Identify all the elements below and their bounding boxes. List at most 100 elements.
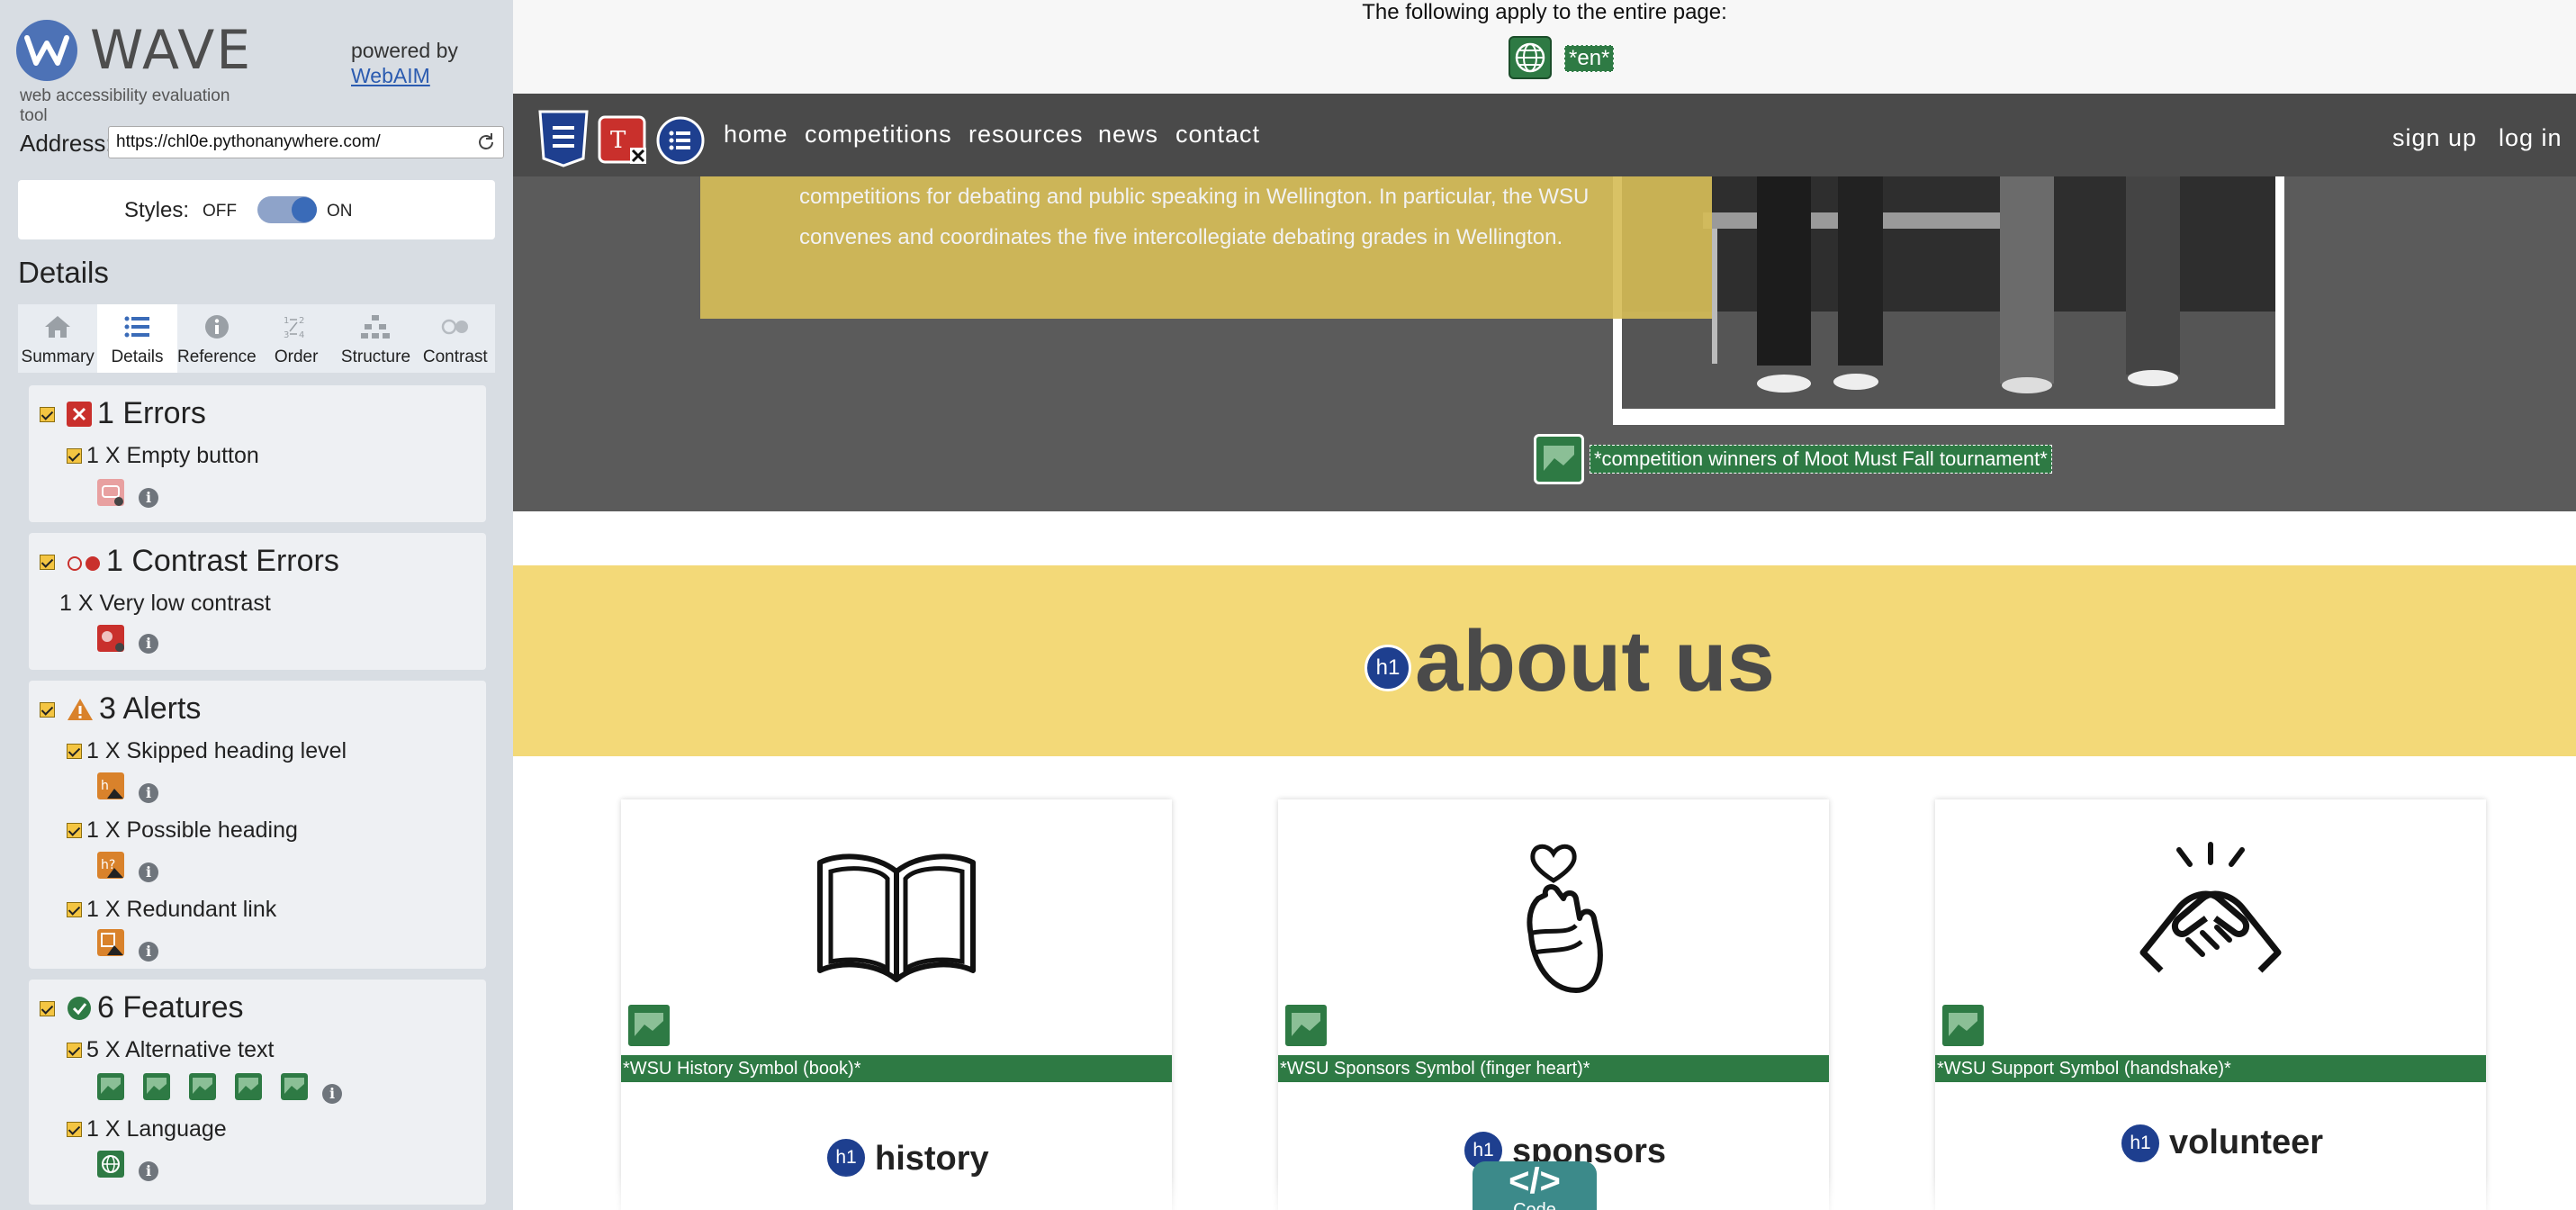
html5-structure-icon[interactable] — [535, 110, 592, 167]
hero-text: competitions for debating and public spe… — [799, 176, 1609, 257]
tab-order[interactable]: 1234 Order — [257, 304, 336, 373]
nav-news[interactable]: news — [1098, 121, 1158, 149]
alt-text-icon[interactable] — [281, 1073, 308, 1100]
tab-summary[interactable]: Summary — [18, 304, 97, 373]
language-checkbox[interactable] — [67, 1122, 82, 1137]
language-icon[interactable] — [97, 1151, 124, 1178]
about-band: h1 about us — [513, 565, 2576, 756]
styles-toggle[interactable] — [257, 196, 317, 223]
details-heading: Details — [18, 256, 109, 289]
wave-sidebar: WAVE web accessibility evaluation tool p… — [0, 0, 513, 1210]
hero-line-2: convenes and coordinates the five interc… — [799, 225, 1563, 249]
alerts-section: 3 Alerts 1 X Skipped heading level h i 1… — [29, 681, 486, 969]
address-label: Address: — [20, 130, 113, 157]
errors-checkbox[interactable] — [40, 407, 55, 422]
sponsors-image-alt-text: *WSU Sponsors Symbol (finger heart)* — [1278, 1055, 1829, 1082]
powered-by-label: powered by — [351, 39, 458, 62]
alt-text-icon[interactable] — [235, 1073, 262, 1100]
applies-text: The following apply to the entire page: — [1362, 0, 1727, 24]
skipped-heading-item[interactable]: 1 X Skipped heading level — [86, 738, 347, 764]
info-icon[interactable]: i — [139, 942, 158, 962]
errors-section: 1 Errors 1 X Empty button i — [29, 385, 486, 522]
webaim-link[interactable]: WebAIM — [351, 63, 458, 88]
skipped-heading-icon[interactable]: h — [97, 772, 124, 799]
errors-title: 1 Errors — [97, 396, 206, 430]
info-icon[interactable]: i — [139, 488, 158, 508]
contrast-icon — [441, 319, 468, 335]
empty-button-item[interactable]: 1 X Empty button — [86, 443, 259, 469]
possible-heading-icon[interactable]: h? — [97, 852, 124, 879]
nav-home[interactable]: home — [724, 121, 788, 149]
empty-button-error-icon[interactable]: T — [598, 115, 648, 166]
language-icon[interactable] — [1509, 36, 1552, 79]
feature-check-icon — [68, 997, 91, 1020]
contrast-title: 1 Contrast Errors — [106, 544, 339, 578]
alt-text-item[interactable]: 5 X Alternative text — [86, 1037, 274, 1063]
image-alt-icon[interactable] — [626, 1003, 671, 1048]
nav-competitions[interactable]: competitions — [805, 121, 952, 149]
nav-resources[interactable]: resources — [968, 121, 1084, 149]
h1-badge-icon[interactable]: h1 — [2119, 1122, 2162, 1165]
finger-heart-icon — [1527, 844, 1603, 993]
h1-badge-icon[interactable]: h1 — [1365, 645, 1411, 691]
info-icon[interactable]: i — [139, 1161, 158, 1181]
address-input[interactable] — [108, 126, 504, 158]
alt-text-icon[interactable] — [143, 1073, 170, 1100]
info-icon[interactable]: i — [322, 1084, 342, 1104]
redundant-link-icon[interactable] — [97, 929, 124, 956]
nav-log-in[interactable]: log in — [2499, 124, 2562, 152]
tab-label: Summary — [21, 348, 95, 366]
nav-sign-up[interactable]: sign up — [2392, 124, 2477, 152]
list-icon[interactable] — [655, 115, 706, 166]
code-toggle-button[interactable]: </> Code — [1473, 1161, 1597, 1210]
info-icon[interactable]: i — [139, 783, 158, 803]
svg-text:4: 4 — [299, 330, 304, 340]
redundant-link-checkbox[interactable] — [67, 902, 82, 917]
skipped-heading-checkbox[interactable] — [67, 744, 82, 759]
alt-text-icon[interactable] — [189, 1073, 216, 1100]
history-card: *WSU History Symbol (book)* h1 history — [621, 799, 1172, 1210]
tab-contrast[interactable]: Contrast — [416, 304, 495, 373]
alt-text-icon[interactable] — [97, 1073, 124, 1100]
features-checkbox[interactable] — [40, 1001, 55, 1016]
language-tag: *en* — [1564, 45, 1615, 72]
reload-icon[interactable] — [475, 131, 497, 153]
image-alt-icon[interactable] — [1941, 1003, 1986, 1048]
wave-logo[interactable]: WAVE web accessibility evaluation tool — [16, 18, 259, 125]
possible-heading-item[interactable]: 1 X Possible heading — [86, 817, 298, 844]
svg-text:3: 3 — [284, 330, 289, 340]
tab-reference[interactable]: Reference — [177, 304, 257, 373]
language-item[interactable]: 1 X Language — [86, 1116, 227, 1142]
error-icon — [67, 402, 92, 427]
wave-logo-icon — [16, 20, 77, 81]
tab-label: Reference — [176, 348, 257, 366]
tab-structure[interactable]: Structure — [336, 304, 415, 373]
history-heading: history — [875, 1140, 989, 1178]
contrast-error-icon — [68, 556, 100, 571]
image-alt-icon[interactable] — [1534, 434, 1584, 484]
possible-heading-checkbox[interactable] — [67, 823, 82, 838]
contrast-checkbox[interactable] — [40, 555, 55, 570]
list-icon — [124, 316, 150, 338]
nav-contact[interactable]: contact — [1175, 121, 1260, 149]
alerts-checkbox[interactable] — [40, 702, 55, 718]
order-icon: 1 23 4 — [284, 316, 304, 340]
image-alt-icon[interactable] — [1283, 1003, 1329, 1048]
styles-on-label: ON — [327, 202, 353, 221]
very-low-contrast-item[interactable]: 1 X Very low contrast — [59, 591, 271, 617]
redundant-link-item[interactable]: 1 X Redundant link — [86, 897, 276, 923]
features-section: 6 Features 5 X Alternative text i 1 X La… — [29, 980, 486, 1205]
empty-button-icon[interactable] — [97, 479, 124, 506]
styles-off-label: OFF — [203, 202, 237, 221]
info-icon[interactable]: i — [139, 634, 158, 654]
empty-button-checkbox[interactable] — [67, 448, 82, 464]
book-icon — [817, 853, 976, 982]
history-image-alt-text: *WSU History Symbol (book)* — [621, 1055, 1172, 1082]
very-low-contrast-icon[interactable] — [97, 625, 124, 652]
tab-details[interactable]: Details — [97, 304, 177, 373]
hero-section: competitions for debating and public spe… — [513, 176, 2576, 511]
h1-badge-icon[interactable]: h1 — [824, 1136, 868, 1179]
hero-line-1: competitions for debating and public spe… — [799, 185, 1590, 209]
info-icon[interactable]: i — [139, 862, 158, 882]
alt-text-checkbox[interactable] — [67, 1043, 82, 1058]
